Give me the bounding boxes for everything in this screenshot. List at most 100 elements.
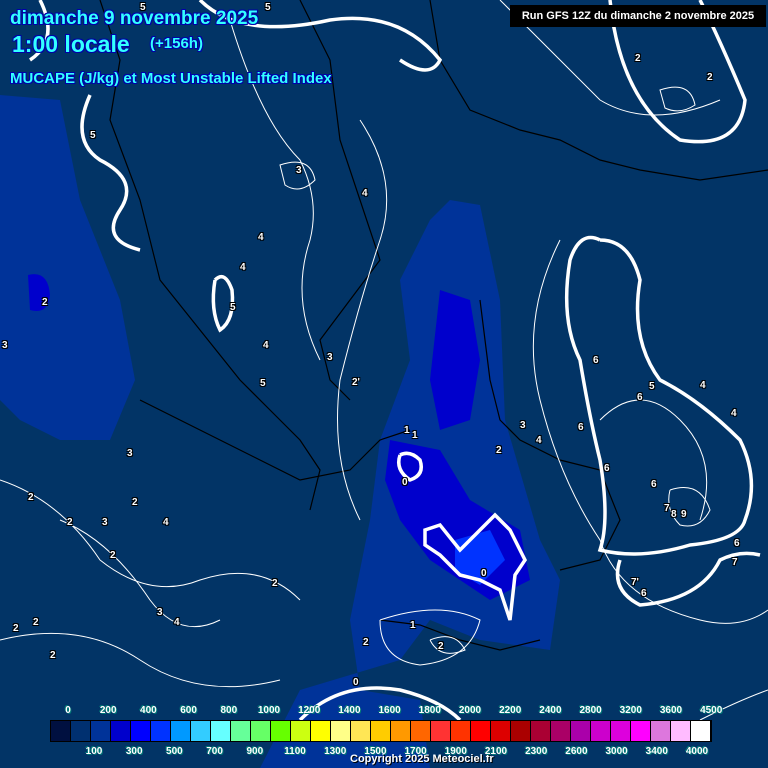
contour-label: 3 (520, 420, 526, 431)
colorbar-tick-bottom: 500 (166, 746, 183, 757)
contour-label: 3 (127, 448, 133, 459)
contour-label: 2 (28, 492, 34, 503)
contour-label: 3 (327, 352, 333, 363)
contour-label: 2 (272, 578, 278, 589)
colorbar-tick-bottom: 1900 (444, 746, 467, 757)
colorbar-swatch (371, 721, 391, 741)
colorbar-tick-bottom: 1700 (404, 746, 427, 757)
colorbar-tick-top: 400 (140, 705, 157, 716)
colorbar-swatch (411, 721, 431, 741)
contour-label: 3 (102, 517, 108, 528)
contour-label: 2 (13, 623, 19, 634)
contour-label: 5 (90, 130, 96, 141)
colorbar-tick-top: 200 (99, 705, 117, 716)
contour-label: 4 (536, 435, 542, 446)
contour-label: 6 (641, 588, 647, 599)
colorbar-swatch (91, 721, 111, 741)
contour-label: 6 (578, 422, 584, 433)
contour-label: 3 (2, 340, 8, 351)
contour-label: 2 (110, 550, 116, 561)
contour-label: 6 (604, 463, 610, 474)
colorbar-tick-bottom: 1100 (284, 746, 306, 757)
colorbar-tick-top: 800 (220, 705, 238, 716)
forecast-time: 1:00 locale (12, 31, 130, 57)
contour-label: 1 (410, 620, 416, 631)
colorbar-swatch (551, 721, 571, 741)
colorbar-tick-top: 3200 (619, 705, 642, 716)
colorbar-swatch (471, 721, 491, 741)
colorbar-tick-bottom: 4000 (685, 746, 709, 757)
colorbar-swatch (311, 721, 331, 741)
contour-label: 4 (174, 617, 180, 628)
colorbar-swatch (271, 721, 291, 741)
colorbar-tick-top: 1400 (338, 705, 361, 716)
colorbar-swatch (51, 721, 71, 741)
colorbar-tick-top: 2200 (499, 705, 522, 716)
colorbar-tick-bottom: 3400 (645, 746, 668, 757)
colorbar-swatch (511, 721, 531, 741)
contour-label: 0 (402, 477, 408, 488)
colorbar-tick-bottom: 3000 (605, 746, 628, 757)
colorbar-tick-top: 2000 (458, 705, 482, 716)
colorbar-tick-bottom: 300 (125, 746, 143, 757)
contour-label: 5 (265, 2, 271, 13)
colorbar-tick-bottom: 2100 (484, 746, 508, 757)
contour-label: 1 (404, 425, 410, 436)
colorbar-tick-bottom: 900 (246, 746, 264, 757)
contour-label: 7 (732, 557, 738, 568)
colorbar (50, 720, 712, 742)
contour-label: 3 (157, 607, 163, 618)
contour-label: 6 (593, 355, 599, 366)
colorbar-tick-top: 3600 (659, 705, 683, 716)
colorbar-swatch (191, 721, 211, 741)
contour-label: 4 (163, 517, 169, 528)
contour-label: 6 (637, 392, 643, 403)
colorbar-swatch (431, 721, 451, 741)
contour-label: 2 (635, 53, 641, 64)
contour-label: 3 (296, 165, 302, 176)
contour-label: 2 (438, 641, 444, 652)
contour-label: 4 (263, 340, 269, 351)
colorbar-swatch (691, 721, 711, 741)
contour-label: 2 (363, 637, 369, 648)
colorbar-swatch (331, 721, 351, 741)
contour-label: 2 (33, 617, 39, 628)
contour-label: 2' (352, 377, 360, 388)
contour-label: 5 (230, 302, 236, 313)
colorbar-tick-bottom: 1500 (364, 746, 387, 757)
colorbar-tick-bottom: 100 (85, 746, 103, 757)
contour-label: 6 (734, 538, 740, 549)
colorbar-tick-bottom: 700 (206, 746, 223, 757)
contour-label: 8 (671, 509, 677, 520)
contour-label: 7 (664, 503, 670, 514)
contour-label: 0 (353, 677, 359, 688)
colorbar-swatch (231, 721, 251, 741)
colorbar-swatch (531, 721, 551, 741)
run-info: Run GFS 12Z du dimanche 2 novembre 2025 (510, 5, 766, 27)
contour-label: 6 (651, 479, 657, 490)
product-title: MUCAPE (J/kg) et Most Unstable Lifted In… (10, 70, 332, 87)
colorbar-tick-top: 2800 (579, 705, 602, 716)
contour-label: 0 (481, 568, 487, 579)
colorbar-tick-top: 600 (180, 705, 197, 716)
colorbar-swatch (71, 721, 91, 741)
colorbar-swatch (611, 721, 631, 741)
cape-area-west (0, 95, 135, 440)
forecast-lead: (+156h) (150, 35, 203, 52)
colorbar-swatch (151, 721, 171, 741)
contour-label: 1 (412, 430, 418, 441)
colorbar-tick-bottom: 1300 (324, 746, 347, 757)
contour-label: 4 (362, 188, 368, 199)
colorbar-swatch (131, 721, 151, 741)
colorbar-tick-bottom: 2300 (525, 746, 548, 757)
colorbar-swatch (211, 721, 231, 741)
colorbar-tick-top: 1200 (298, 705, 321, 716)
colorbar-tick-top: 4500 (700, 705, 723, 716)
colorbar-swatch (651, 721, 671, 741)
contour-label: 2 (496, 445, 502, 456)
contour-label: 5 (649, 381, 655, 392)
contour-label: 5 (260, 378, 266, 389)
colorbar-swatch (171, 721, 191, 741)
contour-label: 4 (700, 380, 706, 391)
colorbar-swatch (571, 721, 591, 741)
